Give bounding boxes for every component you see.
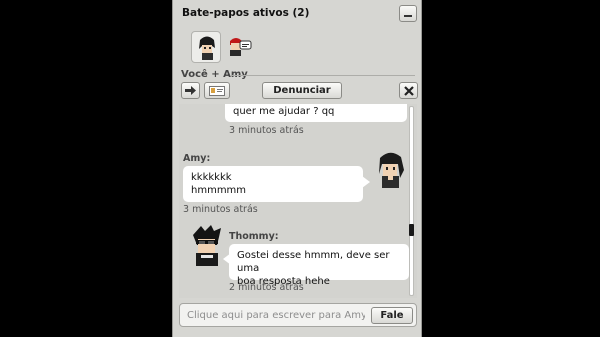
profile-card-button[interactable] — [204, 82, 230, 99]
habbo-avatar-dark-hair-icon — [199, 36, 215, 60]
message-time: 3 minutos atrás — [229, 125, 304, 136]
message-line: Gostei desse hmmm, deve ser uma — [237, 250, 390, 274]
scroll-track[interactable] — [409, 106, 414, 296]
scroll-thumb[interactable] — [409, 224, 414, 236]
profile-card-icon — [209, 85, 225, 96]
divider — [231, 75, 415, 76]
message-bubble: kkkkkkk hmmmmm — [183, 166, 363, 202]
chat-window: Bate-papos ativos (2) Você + Amy Denunci… — [172, 0, 422, 337]
minimize-button[interactable] — [399, 5, 417, 22]
send-button[interactable]: Fale — [371, 307, 413, 324]
messages-area[interactable]: quer me ajudar ? qq 3 minutos atrás Amy:… — [179, 104, 417, 298]
chat-tab-amy[interactable] — [191, 31, 221, 63]
close-x-icon — [403, 85, 414, 96]
title-bar: Bate-papos ativos (2) — [173, 0, 421, 28]
message-line: quer me ajudar ? qq — [233, 106, 335, 117]
close-chat-button[interactable] — [399, 82, 418, 99]
report-button[interactable]: Denunciar — [262, 82, 342, 99]
message-bubble: quer me ajudar ? qq — [225, 104, 407, 122]
message-line: hmmmmm — [191, 185, 247, 196]
message-sender: Amy: — [183, 153, 211, 164]
amy-avatar[interactable] — [370, 148, 410, 190]
message-time: 3 minutos atrás — [183, 204, 258, 215]
chat-toolbar: Denunciar — [181, 82, 418, 102]
window-title: Bate-papos ativos (2) — [182, 7, 310, 19]
message-input[interactable] — [183, 306, 365, 324]
message-time: 2 minutos atrás — [229, 282, 304, 293]
arrow-right-icon — [185, 86, 196, 95]
message-sender: Thommy: — [229, 231, 279, 242]
thommy-avatar[interactable] — [187, 223, 227, 267]
active-chats-row — [181, 29, 417, 67]
message-bubble: Gostei desse hmmm, deve ser uma boa resp… — [229, 244, 409, 287]
message-line: kkkkkkk — [191, 172, 232, 183]
messages-scrollbar[interactable] — [408, 106, 415, 298]
compose-bar: Fale — [179, 303, 417, 327]
habbo-avatar-red-hair-speech-icon — [230, 38, 252, 56]
chat-tab-other[interactable] — [225, 31, 255, 63]
arrow-button[interactable] — [181, 82, 200, 99]
bubble-tail — [362, 176, 370, 188]
